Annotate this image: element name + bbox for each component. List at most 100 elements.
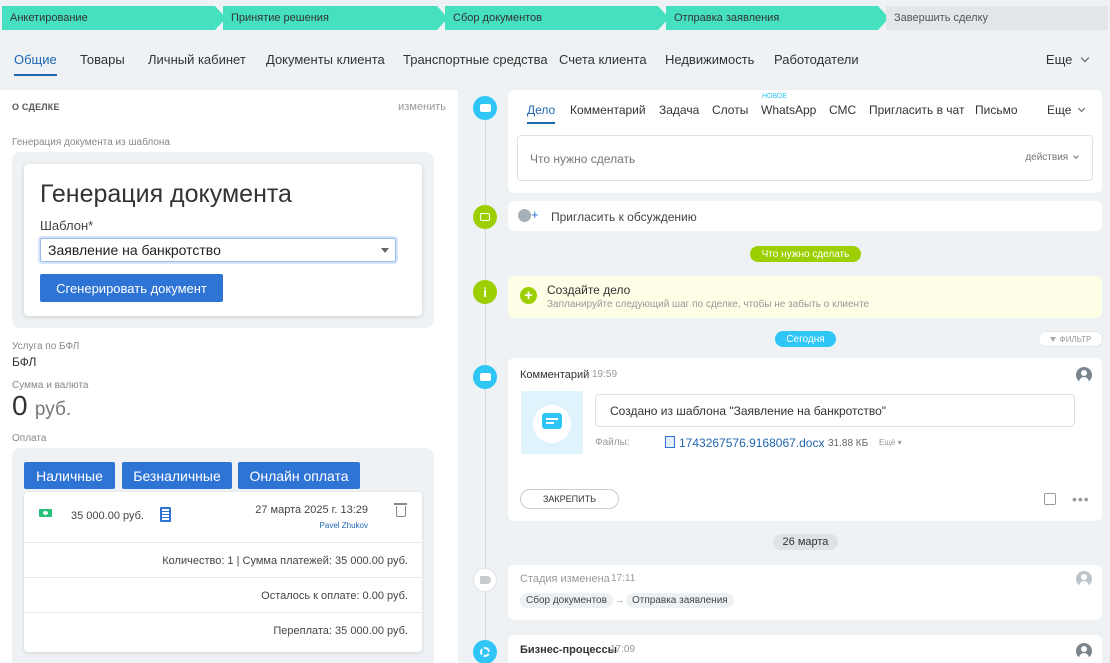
stage-label: Сбор документов xyxy=(453,12,543,24)
composer-tab-invite-chat[interactable]: Пригласить в чат xyxy=(869,103,964,117)
template-label: Шаблон* xyxy=(40,218,94,233)
chevron-down-icon xyxy=(1080,53,1090,63)
date-pill: 26 марта xyxy=(773,534,838,550)
tab-products[interactable]: Товары xyxy=(80,52,125,67)
add-user-icon xyxy=(518,209,531,222)
bp-time: 17:09 xyxy=(610,644,636,655)
payment-overpay: Переплата: 35 000.00 руб. xyxy=(273,625,408,637)
create-case-card[interactable]: + Создайте дело Запланируйте следующий ш… xyxy=(508,276,1102,318)
dropdown-caret-icon xyxy=(381,248,389,253)
cash-payment-button[interactable]: Наличные xyxy=(24,462,115,489)
payment-card: 35 000.00 руб. 27 марта 2025 г. 13:29 Pa… xyxy=(24,492,422,652)
section-title: О СДЕЛКЕ xyxy=(12,102,60,112)
tab-employers[interactable]: Работодатели xyxy=(774,52,859,67)
comment-time: 19:59 xyxy=(592,369,618,380)
receipt-icon[interactable] xyxy=(160,507,171,522)
business-process-icon xyxy=(473,640,497,663)
composer-tab-case[interactable]: Дело xyxy=(527,103,556,124)
trash-icon[interactable] xyxy=(394,503,407,517)
new-badge: НОВОЕ xyxy=(762,93,788,100)
invite-discussion-row[interactable]: + Пригласить к обсуждению xyxy=(508,201,1102,231)
composer-more-button[interactable]: Еще xyxy=(1047,103,1085,117)
arrow-right-icon: → xyxy=(615,595,624,605)
payment-user-link[interactable]: Pavel Zhukov xyxy=(320,521,368,530)
document-generation-block: Генерация документа Шаблон* Заявление на… xyxy=(12,152,434,328)
actions-dropdown[interactable]: действия xyxy=(1025,152,1079,163)
stage-4[interactable]: Отправка заявления xyxy=(666,6,889,30)
docx-file-icon xyxy=(665,436,675,448)
cashless-payment-button[interactable]: Безналичные xyxy=(122,462,232,489)
info-icon: i xyxy=(473,280,497,304)
chat-bubble-icon xyxy=(473,96,497,120)
files-label: Файлы: xyxy=(595,437,630,448)
activity-composer: Дело Комментарий Задача Слоты НОВОЕ What… xyxy=(508,90,1102,193)
payment-remaining: Осталось к оплате: 0.00 руб. xyxy=(261,590,408,602)
more-dots-icon[interactable]: ••• xyxy=(1072,491,1090,507)
file-link[interactable]: 1743267576.9168067.docx xyxy=(679,436,824,450)
stage-change-card: Стадия изменена 17:11 Сбор документов → … xyxy=(508,565,1102,620)
document-generation-card: Генерация документа Шаблон* Заявление на… xyxy=(24,164,422,316)
stage-label: Анкетирование xyxy=(10,12,88,24)
tabs-more-button[interactable]: Еще xyxy=(1046,52,1090,67)
composer-tab-task[interactable]: Задача xyxy=(659,103,699,117)
payment-amount: 35 000.00 руб. xyxy=(71,510,144,522)
discussion-icon xyxy=(473,205,497,229)
invite-text: Пригласить к обсуждению xyxy=(551,210,697,224)
stage-2[interactable]: Принятие решения xyxy=(223,6,448,30)
comment-title: Комментарий xyxy=(520,369,590,381)
composer-tab-whatsapp[interactable]: WhatsApp xyxy=(761,103,816,117)
payment-overpay-row: Переплата: 35 000.00 руб. xyxy=(24,612,422,652)
generate-document-button[interactable]: Сгенерировать документ xyxy=(40,274,223,302)
stage-finish[interactable]: Завершить сделку xyxy=(886,6,1108,30)
template-select-value: Заявление на банкротство xyxy=(48,242,221,258)
tab-client-documents[interactable]: Документы клиента xyxy=(266,52,385,67)
stage-label: Принятие решения xyxy=(231,12,329,24)
template-select[interactable]: Заявление на банкротство xyxy=(40,238,396,262)
stage-change-title: Стадия изменена xyxy=(520,573,610,585)
author-avatar[interactable] xyxy=(1076,571,1092,587)
stage-change-time: 17:11 xyxy=(611,573,636,584)
tab-personal-cabinet[interactable]: Личный кабинет xyxy=(148,52,246,67)
cash-icon xyxy=(39,509,52,517)
chevron-down-icon xyxy=(1077,104,1085,113)
file-size: 31.88 КБ xyxy=(828,438,869,449)
author-avatar[interactable] xyxy=(1076,643,1092,659)
comment-type-icon xyxy=(521,391,583,454)
stage-label: Отправка заявления xyxy=(674,12,780,24)
online-payment-button[interactable]: Онлайн оплата xyxy=(238,462,360,489)
deal-info-panel: О СДЕЛКЕ изменить Генерация документа из… xyxy=(0,90,458,663)
pin-button[interactable]: ЗАКРЕПИТЬ xyxy=(520,489,619,509)
stage-label: Завершить сделку xyxy=(894,12,989,24)
filter-button[interactable]: ФИЛЬТР xyxy=(1038,331,1103,347)
note-icon[interactable] xyxy=(1044,493,1056,505)
case-input-placeholder: Что нужно сделать xyxy=(530,152,636,166)
business-process-card: Бизнес-процессы 17:09 xyxy=(508,635,1102,663)
bp-title: Бизнес-процессы xyxy=(520,644,617,656)
stage-1[interactable]: Анкетирование xyxy=(2,6,226,30)
composer-tab-sms[interactable]: СМС xyxy=(829,103,856,117)
composer-tab-slots[interactable]: Слоты xyxy=(712,103,748,117)
payment-block: Наличные Безналичные Онлайн оплата 35 00… xyxy=(12,448,434,663)
composer-tab-email[interactable]: Письмо xyxy=(975,103,1018,117)
file-more-button[interactable]: Ещё ▾ xyxy=(879,438,902,447)
case-input[interactable]: Что нужно сделать действия xyxy=(517,135,1093,181)
tab-client-accounts[interactable]: Счета клиента xyxy=(559,52,647,67)
edit-section-link[interactable]: изменить xyxy=(398,101,446,113)
payment-remaining-row: Осталось к оплате: 0.00 руб. xyxy=(24,577,422,612)
filter-icon xyxy=(1049,336,1056,342)
stage-3[interactable]: Сбор документов xyxy=(445,6,669,30)
today-pill: Сегодня xyxy=(775,331,836,347)
filter-label: ФИЛЬТР xyxy=(1059,334,1092,344)
comment-card: Комментарий 19:59 Создано из шаблона "За… xyxy=(508,358,1102,521)
tab-real-estate[interactable]: Недвижимость xyxy=(665,52,754,67)
create-case-subtitle: Запланируйте следующий шаг по сделке, чт… xyxy=(547,299,870,310)
composer-tab-comment[interactable]: Комментарий xyxy=(570,103,646,117)
tab-general[interactable]: Общие xyxy=(14,52,57,76)
author-avatar[interactable] xyxy=(1076,367,1092,383)
tab-vehicles[interactable]: Транспортные средства xyxy=(403,52,548,67)
comment-text: Создано из шаблона "Заявление на банкрот… xyxy=(610,404,887,418)
stage-from-chip: Сбор документов xyxy=(520,593,613,608)
actions-dropdown-label: действия xyxy=(1025,152,1069,163)
plus-icon: + xyxy=(531,207,539,222)
payment-summary-row: Количество: 1 | Сумма платежей: 35 000.0… xyxy=(24,542,422,577)
